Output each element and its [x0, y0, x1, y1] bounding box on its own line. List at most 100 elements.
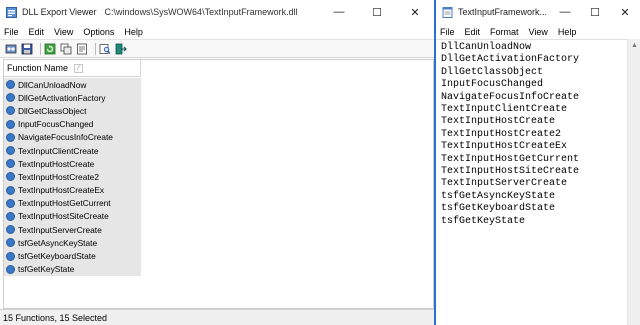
app-icon — [6, 6, 17, 18]
function-icon — [6, 238, 15, 248]
notepad-menu-bar: File Edit Format View Help — [436, 24, 640, 39]
text-line: TextInputHostCreate2 — [441, 128, 562, 140]
table-row[interactable]: tsfGetKeyboardState — [4, 249, 141, 263]
function-rows: DllCanUnloadNow DllGetActivationFactory Dl… — [4, 78, 141, 276]
table-row[interactable]: TextInputHostCreate — [4, 157, 141, 171]
table-row[interactable]: DllCanUnloadNow — [4, 78, 141, 92]
notepad-menu-file[interactable]: File — [440, 27, 455, 37]
toolbar-separator — [40, 42, 41, 55]
column-header-function-name[interactable]: Function Name ⁄ — [4, 60, 141, 77]
menu-options[interactable]: Options — [83, 27, 114, 37]
sort-arrow-icon: ⁄ — [74, 63, 84, 73]
function-name: TextInputClientCreate — [18, 145, 99, 156]
function-icon — [6, 93, 15, 103]
table-row[interactable]: InputFocusChanged — [4, 117, 141, 131]
menu-view[interactable]: View — [54, 27, 73, 37]
find-icon[interactable] — [99, 43, 111, 55]
table-row[interactable]: TextInputClientCreate — [4, 143, 141, 158]
title-bar[interactable]: DLL Export Viewer C:\windows\SysWOW64\Tex… — [0, 0, 434, 24]
text-line: TextInputHostCreateEx — [441, 141, 568, 153]
caption-buttons: — ☐ ✕ — [320, 0, 434, 24]
table-row[interactable]: TextInputHostCreateEx — [4, 183, 141, 197]
scroll-up-icon[interactable]: ▲ — [628, 39, 640, 52]
maximize-button[interactable]: ☐ — [358, 0, 396, 24]
close-button[interactable]: ✕ — [396, 0, 434, 24]
function-name: tsfGetKeyboardState — [18, 251, 96, 262]
menu-file[interactable]: File — [4, 27, 19, 37]
function-icon — [6, 106, 15, 116]
app-name: DLL Export Viewer — [22, 7, 97, 17]
notepad-window: TextInputFramework... — ☐ ✕ File Edit Fo… — [434, 0, 640, 325]
notepad-menu-help[interactable]: Help — [558, 27, 577, 37]
save-icon[interactable] — [21, 43, 33, 55]
function-name: TextInputHostCreate2 — [18, 171, 100, 182]
table-row[interactable]: tsfGetKeyState — [4, 262, 141, 276]
text-line: DllGetClassObject — [441, 66, 544, 78]
function-icon — [6, 251, 15, 261]
status-bar: 15 Functions, 15 Selected — [0, 309, 434, 325]
text-line: TextInputHostGetCurrent — [441, 153, 580, 165]
text-line: TextInputHostCreate — [441, 116, 556, 128]
text-line: InputFocusChanged — [441, 79, 544, 91]
text-line: TextInputClientCreate — [441, 104, 568, 116]
open-icon[interactable] — [5, 43, 17, 55]
dll-export-viewer-window: DLL Export Viewer C:\windows\SysWOW64\Tex… — [0, 0, 434, 325]
minimize-button[interactable]: — — [320, 0, 358, 24]
table-row[interactable]: TextInputServerCreate — [4, 223, 141, 237]
toolbar-separator — [95, 42, 96, 55]
table-row[interactable]: TextInputHostCreate2 — [4, 170, 141, 184]
text-line: NavigateFocusInfoCreate — [441, 91, 580, 103]
notepad-minimize-button[interactable]: — — [550, 0, 580, 24]
function-icon — [6, 172, 15, 182]
notepad-text-area[interactable]: DllCanUnloadNow DllGetActivationFactory Dl… — [436, 39, 627, 325]
function-icon — [6, 132, 15, 142]
table-row[interactable]: DllGetActivationFactory — [4, 91, 141, 105]
status-text: 15 Functions, 15 Selected — [3, 312, 108, 323]
function-name: TextInputHostSiteCreate — [18, 211, 109, 222]
function-name: tsfGetAsyncKeyState — [18, 237, 98, 248]
refresh-icon[interactable] — [44, 43, 56, 55]
function-icon — [6, 159, 15, 169]
function-icon — [6, 225, 15, 235]
table-row[interactable]: NavigateFocusInfoCreate — [4, 130, 141, 144]
table-row[interactable]: TextInputHostGetCurrent — [4, 196, 141, 210]
notepad-maximize-button[interactable]: ☐ — [580, 0, 610, 24]
menu-edit[interactable]: Edit — [29, 27, 45, 37]
table-row[interactable]: DllGetClassObject — [4, 104, 141, 118]
notepad-close-button[interactable]: ✕ — [610, 0, 640, 24]
notepad-title: TextInputFramework... — [458, 7, 548, 17]
notepad-menu-edit[interactable]: Edit — [465, 27, 481, 37]
function-name: TextInputServerCreate — [18, 224, 102, 235]
function-name: NavigateFocusInfoCreate — [18, 132, 113, 143]
window-title: DLL Export Viewer C:\windows\SysWOW64\Tex… — [22, 7, 298, 17]
table-row[interactable]: tsfGetAsyncKeyState — [4, 236, 141, 250]
function-icon — [6, 80, 15, 90]
menu-bar: File Edit View Options Help — [0, 24, 153, 39]
notepad-menu-view[interactable]: View — [529, 27, 548, 37]
exit-icon[interactable] — [115, 43, 127, 55]
table-row[interactable]: TextInputHostSiteCreate — [4, 209, 141, 224]
function-name: TextInputHostCreate — [18, 158, 95, 169]
properties-icon[interactable] — [76, 43, 88, 55]
function-icon — [6, 264, 15, 274]
text-line: tsfGetAsyncKeyState — [441, 190, 556, 202]
text-line: DllGetActivationFactory — [441, 54, 580, 66]
file-path: C:\windows\SysWOW64\TextInputFramework.d… — [104, 7, 298, 17]
copy-icon[interactable] — [60, 43, 72, 55]
function-name: DllGetClassObject — [18, 105, 87, 116]
function-name: DllGetActivationFactory — [18, 92, 106, 103]
function-icon — [6, 185, 15, 195]
notepad-caption-buttons: — ☐ ✕ — [550, 0, 640, 24]
function-icon — [6, 146, 15, 156]
notepad-menu-format[interactable]: Format — [490, 27, 519, 37]
menu-help[interactable]: Help — [124, 27, 143, 37]
function-icon — [6, 198, 15, 208]
toolbar — [0, 39, 434, 58]
function-name: DllCanUnloadNow — [18, 79, 87, 90]
function-list[interactable]: Function Name ⁄ DllCanUnloadNow DllGetAct… — [3, 59, 434, 309]
vertical-scrollbar[interactable]: ▲ — [627, 39, 640, 325]
function-icon — [6, 211, 15, 221]
function-name: InputFocusChanged — [18, 119, 94, 130]
notepad-title-bar[interactable]: TextInputFramework... — ☐ ✕ — [436, 0, 640, 24]
function-name: tsfGetKeyState — [18, 264, 75, 275]
